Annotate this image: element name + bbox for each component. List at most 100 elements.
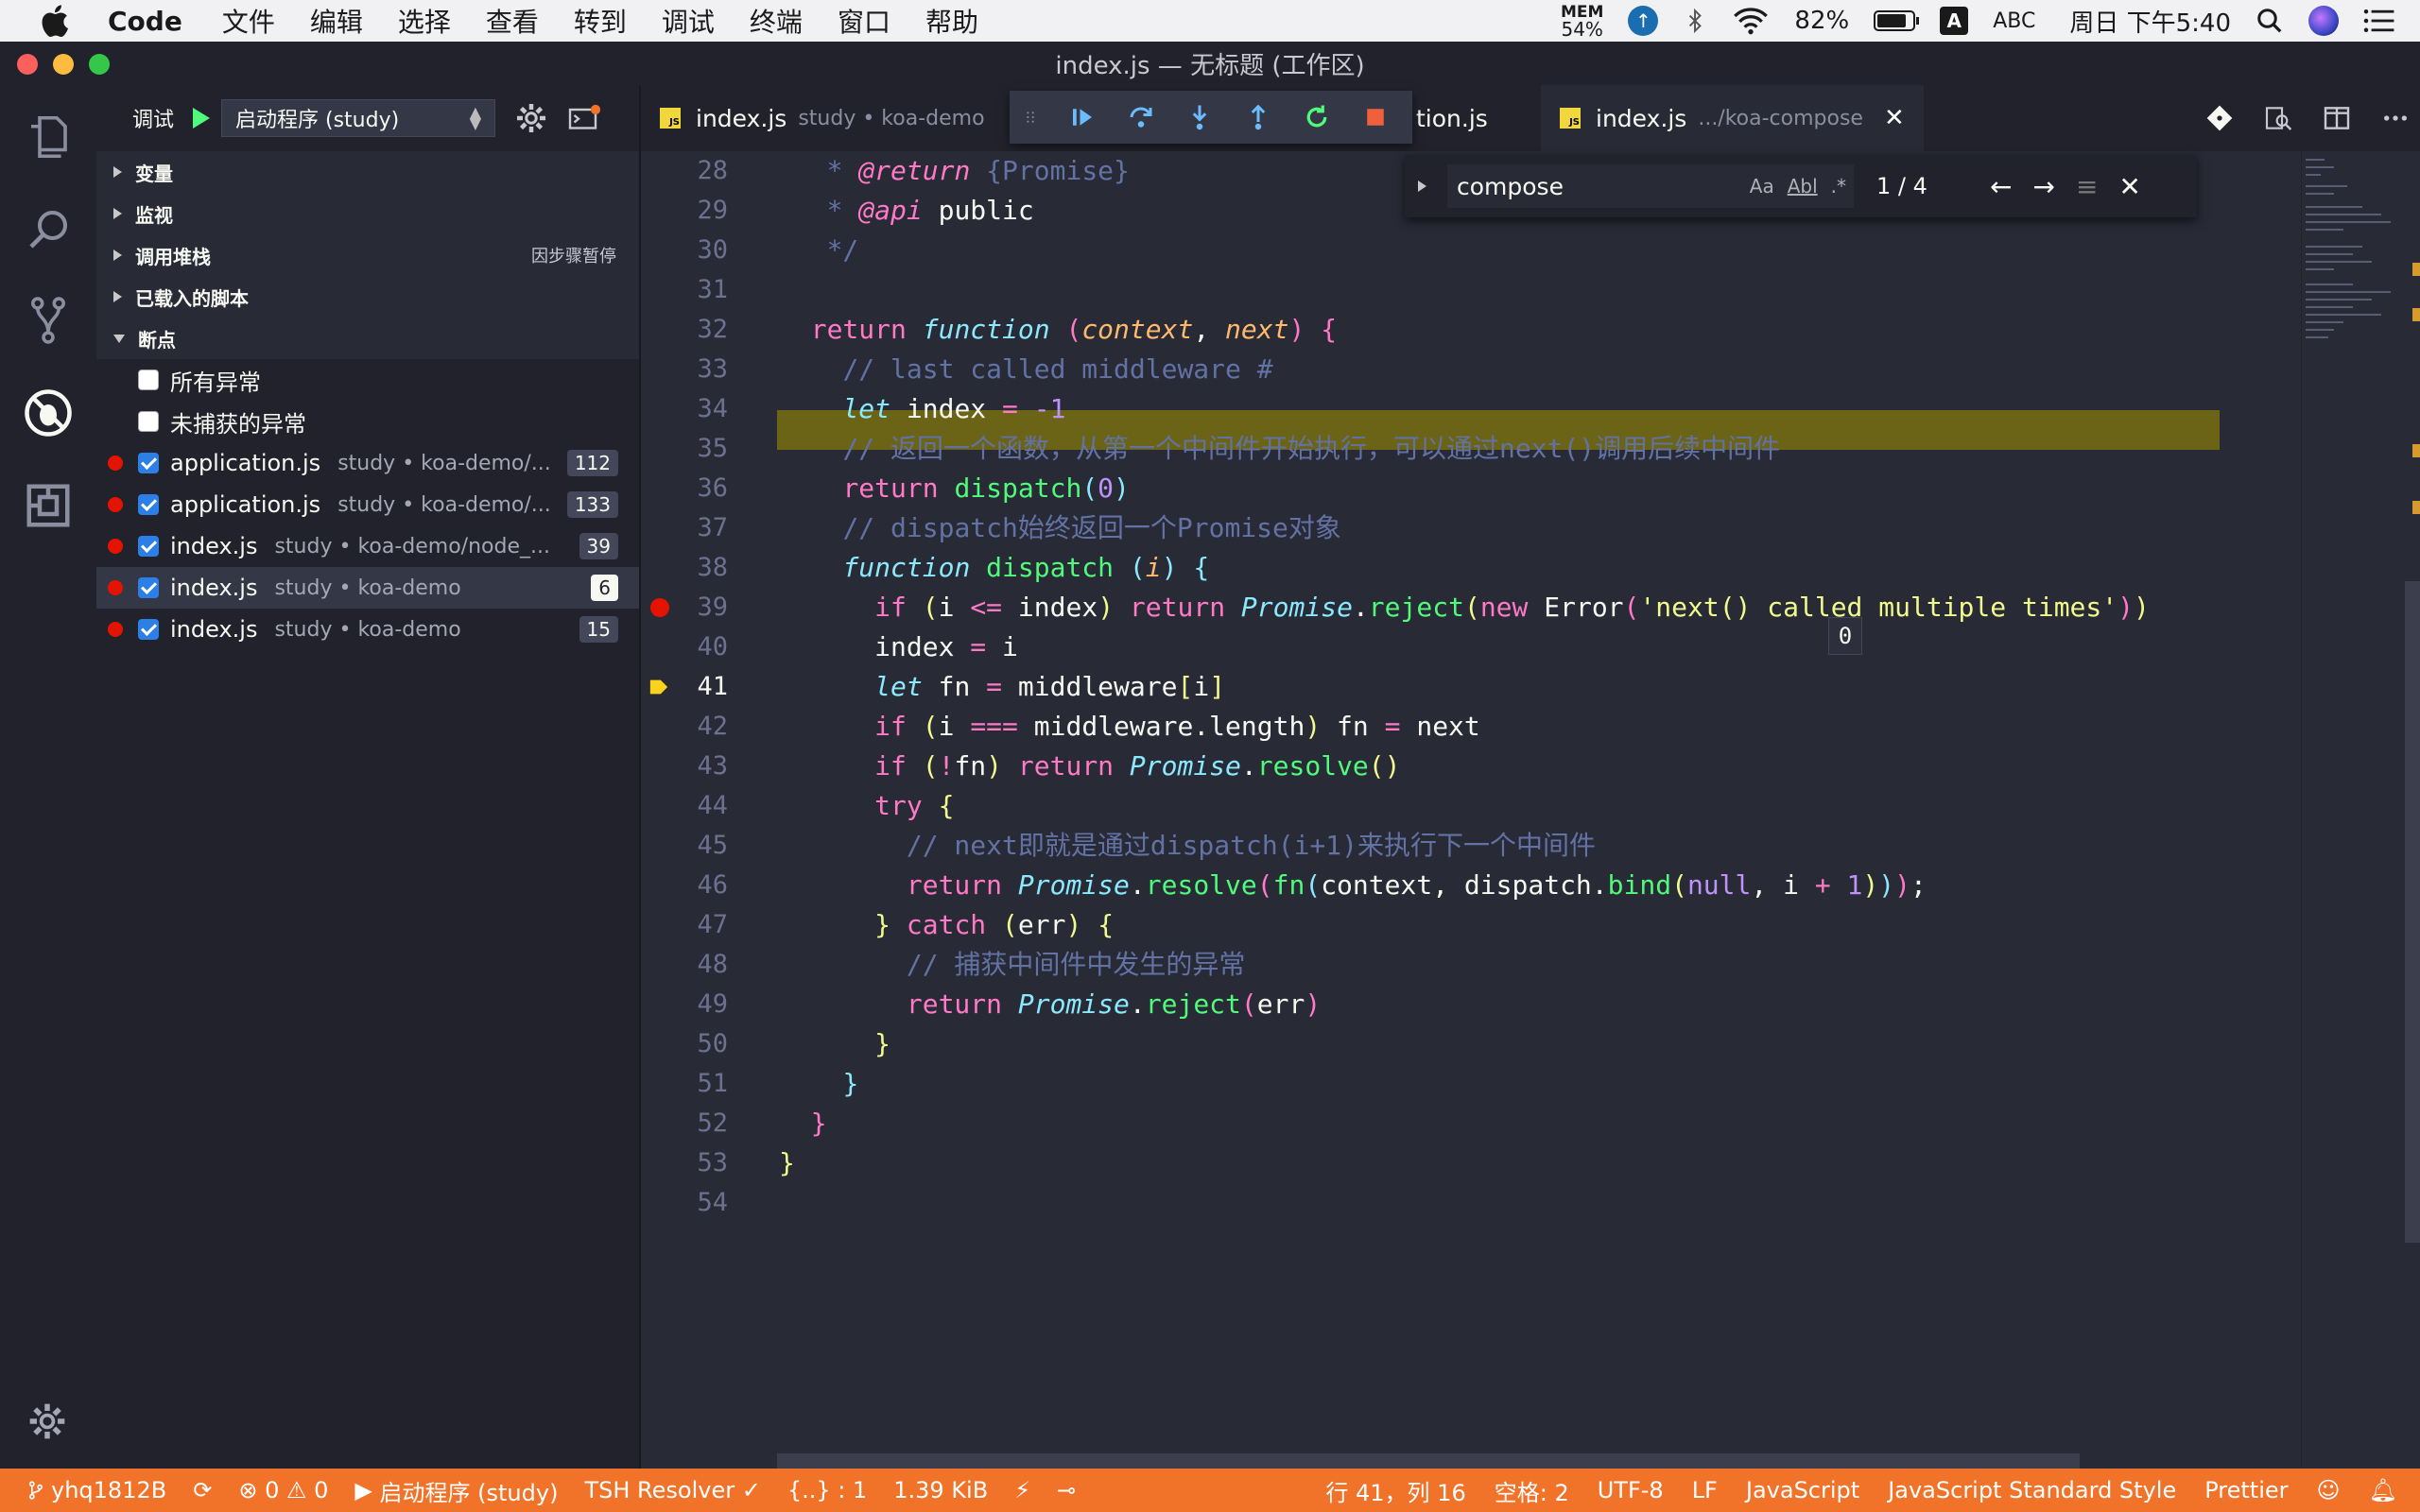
menu-app[interactable]: Code xyxy=(108,6,182,37)
input-method-icon[interactable]: A xyxy=(1940,7,1969,35)
match-case-toggle[interactable]: Aa xyxy=(1750,175,1774,198)
section-variables[interactable]: 变量 xyxy=(96,151,639,193)
bracket-count[interactable]: {..} : 1 xyxy=(787,1477,867,1503)
menu-debug[interactable]: 调试 xyxy=(662,2,715,40)
start-debug-play-icon[interactable] xyxy=(193,108,211,129)
menu-edit[interactable]: 编辑 xyxy=(310,2,363,40)
exception-uncaught-row[interactable]: 未捕获的异常 xyxy=(96,401,639,442)
more-icon[interactable] xyxy=(2380,103,2411,133)
stop-icon[interactable] xyxy=(1361,103,1390,131)
debug-icon[interactable] xyxy=(23,387,74,438)
exception-all-row[interactable]: 所有异常 xyxy=(96,359,639,401)
explorer-icon[interactable] xyxy=(23,112,74,163)
previous-match-arrow-icon[interactable]: ← xyxy=(1990,171,2012,202)
git-compare-icon[interactable] xyxy=(2204,103,2235,133)
live-share-icon[interactable]: ⊸ xyxy=(1057,1477,1076,1503)
next-match-arrow-icon[interactable]: → xyxy=(2032,171,2054,202)
smiley-icon[interactable]: ☺ xyxy=(2317,1477,2341,1503)
vertical-scrollbar[interactable] xyxy=(2405,581,2420,1243)
git-icon[interactable] xyxy=(23,295,74,346)
cursor-position[interactable]: 行 41，列 16 xyxy=(1325,1474,1465,1507)
step-over-icon[interactable] xyxy=(1127,103,1155,131)
menu-view[interactable]: 查看 xyxy=(486,2,539,40)
tsh-resolver[interactable]: TSH Resolver ✓ xyxy=(584,1477,760,1503)
split-editor-icon[interactable] xyxy=(2322,103,2352,133)
breakpoint-row[interactable]: index.js study • koa-demo 15 xyxy=(96,609,639,650)
section-loaded-scripts[interactable]: 已载入的脚本 xyxy=(96,276,639,318)
breakpoint-gutter-icon[interactable] xyxy=(650,598,669,617)
git-branch[interactable]: yhq1812B xyxy=(26,1477,166,1503)
section-breakpoints[interactable]: 断点 xyxy=(96,318,639,359)
siri-icon[interactable] xyxy=(2308,6,2339,36)
find-input[interactable]: compose Aa Abl .* xyxy=(1447,164,1854,208)
menu-file[interactable]: 文件 xyxy=(222,2,275,40)
bluetooth-icon[interactable] xyxy=(1683,7,1707,35)
mem-monitor[interactable]: MEM 54% xyxy=(1561,4,1603,39)
section-callstack[interactable]: 调用堆栈 因步骤暂停 xyxy=(96,234,639,276)
breakpoint-checkbox[interactable] xyxy=(138,577,159,598)
encoding[interactable]: UTF-8 xyxy=(1598,1477,1664,1503)
launch-config-select[interactable]: 启动程序 (study) ▲ ▼ xyxy=(221,99,496,137)
spotlight-search-icon[interactable] xyxy=(2256,7,2284,35)
restart-icon[interactable] xyxy=(1303,103,1331,131)
close-tab-icon[interactable]: ✕ xyxy=(1884,104,1905,132)
step-out-icon[interactable] xyxy=(1244,103,1272,131)
continue-icon[interactable] xyxy=(1068,103,1097,131)
match-whole-word-toggle[interactable]: Abl xyxy=(1788,175,1818,198)
section-watch[interactable]: 监视 xyxy=(96,193,639,234)
breakpoint-checkbox[interactable] xyxy=(138,494,159,515)
apple-icon[interactable] xyxy=(38,2,76,40)
upload-status-icon[interactable]: ↑ xyxy=(1628,6,1659,36)
tab-index-koa-demo[interactable]: JS index.js study • koa-demo xyxy=(641,85,1004,151)
debug-settings-gear-icon[interactable] xyxy=(514,101,548,135)
language-mode[interactable]: JavaScript xyxy=(1746,1477,1859,1503)
horizontal-scrollbar[interactable] xyxy=(777,1453,2080,1469)
toggle-replace-chevron-icon[interactable] xyxy=(1418,180,1426,192)
extensions-icon[interactable] xyxy=(23,480,74,531)
open-changes-icon[interactable] xyxy=(2263,103,2293,133)
debug-console-icon[interactable] xyxy=(567,101,601,135)
menu-go[interactable]: 转到 xyxy=(574,2,627,40)
breakpoint-row[interactable]: index.js study • koa-demo/node_... 39 xyxy=(96,525,639,567)
breakpoint-row[interactable]: index.js study • koa-demo 6 xyxy=(96,567,639,609)
bell-icon[interactable]: 🔔︎ xyxy=(2369,1477,2397,1503)
sync-icon[interactable]: ⟳ xyxy=(193,1477,212,1503)
use-regex-toggle[interactable]: .* xyxy=(1831,175,1846,198)
tab-application[interactable]: tion.js xyxy=(1397,85,1507,151)
breakpoint-checkbox[interactable] xyxy=(138,619,159,640)
close-window-button[interactable] xyxy=(17,54,38,75)
menu-terminal[interactable]: 终端 xyxy=(750,2,803,40)
search-icon[interactable] xyxy=(23,204,74,255)
code-editor[interactable]: 28 29 30 31 32 33 34 35 36 37 38 39 40 4… xyxy=(641,151,2420,1469)
step-into-icon[interactable] xyxy=(1185,103,1214,131)
wifi-icon[interactable] xyxy=(1732,7,1770,35)
breakpoint-row[interactable]: application.js study • koa-demo/... 112 xyxy=(96,442,639,484)
indentation[interactable]: 空格: 2 xyxy=(1495,1474,1569,1507)
find-in-selection-icon[interactable]: ≡ xyxy=(2076,171,2098,202)
menubar-clock[interactable]: 周日 下午5:40 xyxy=(2069,4,2231,39)
exception-uncaught-checkbox[interactable] xyxy=(138,411,159,432)
breakpoint-checkbox[interactable] xyxy=(138,453,159,473)
lightning-icon[interactable]: ⚡ xyxy=(1014,1477,1030,1503)
menu-window[interactable]: 窗口 xyxy=(838,2,890,40)
debug-status[interactable]: ▶ 启动程序 (study) xyxy=(354,1474,558,1507)
tab-index-koa-compose[interactable]: JS index.js .../koa-compose ✕ xyxy=(1541,85,1924,151)
linter-style[interactable]: JavaScript Standard Style xyxy=(1888,1477,2176,1503)
breakpoint-row[interactable]: application.js study • koa-demo/... 133 xyxy=(96,484,639,525)
menu-selection[interactable]: 选择 xyxy=(398,2,451,40)
exception-all-checkbox[interactable] xyxy=(138,369,159,390)
end-of-line[interactable]: LF xyxy=(1692,1477,1718,1503)
minimap[interactable] xyxy=(2301,151,2405,1469)
input-method-label[interactable]: ABC xyxy=(1993,9,2035,33)
minimize-window-button[interactable] xyxy=(53,54,74,75)
gear-icon[interactable] xyxy=(26,1400,68,1442)
breakpoint-checkbox[interactable] xyxy=(138,536,159,557)
notification-center-icon[interactable] xyxy=(2363,8,2395,34)
menu-help[interactable]: 帮助 xyxy=(925,2,978,40)
drag-handle-icon[interactable] xyxy=(1023,103,1038,131)
formatter[interactable]: Prettier xyxy=(2204,1477,2288,1503)
problems-indicator[interactable]: ⊗ 0 ⚠ 0 xyxy=(238,1477,328,1503)
battery-icon[interactable] xyxy=(1874,10,1920,31)
close-find-icon[interactable]: ✕ xyxy=(2118,171,2140,202)
zoom-window-button[interactable] xyxy=(89,54,110,75)
